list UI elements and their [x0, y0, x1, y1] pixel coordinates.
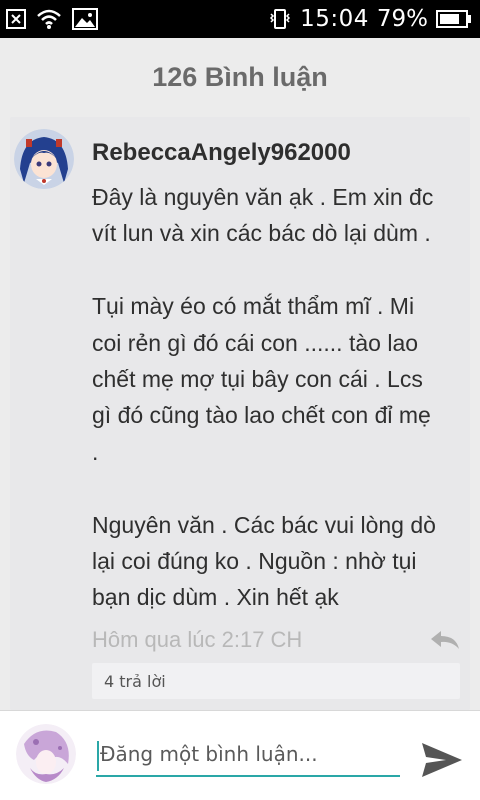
user-avatar-icon	[14, 129, 74, 189]
current-user-avatar-icon	[16, 724, 76, 784]
comment-line: coi rẻn gì đó cái con ...... tào lao	[92, 329, 419, 356]
comment-line	[92, 252, 462, 288]
comment-card: RebeccaAngely962000 Đây là nguyên văn ạk…	[10, 117, 470, 710]
comment-timestamp: Hôm qua lúc 2:17 CH	[92, 627, 303, 652]
send-button[interactable]	[418, 739, 464, 781]
comment-input[interactable]	[96, 733, 400, 777]
text-cursor	[97, 741, 99, 771]
send-icon	[422, 743, 462, 777]
notification-x-icon	[6, 9, 26, 29]
avatar[interactable]	[14, 129, 74, 189]
comment-line: bạn dịc dùm . Xin hết ạk	[92, 584, 339, 611]
status-bar-left	[6, 6, 98, 32]
reply-icon[interactable]	[428, 628, 462, 652]
header: 126 Bình luận	[0, 38, 480, 116]
comment-line: Nguyên văn . Các bác vui lòng dò	[92, 511, 436, 538]
battery-percent: 79%	[376, 6, 428, 32]
comment-line: Tụi mày éo có mắt thẩm mĩ . Mi	[92, 293, 415, 320]
comment-meta: Hôm qua lúc 2:17 CH	[92, 625, 462, 655]
comment-line: lại coi đúng ko . Nguồn : nhờ tụi	[92, 548, 417, 575]
image-icon	[72, 8, 98, 30]
comment-composer	[0, 710, 480, 800]
phone-vibrate-icon	[270, 9, 291, 29]
comment-username[interactable]: RebeccaAngely962000	[92, 139, 351, 167]
battery-icon	[436, 10, 471, 28]
wifi-icon	[37, 9, 61, 29]
page-title: 126 Bình luận	[152, 61, 328, 92]
status-bar: 15:04 79%	[0, 0, 480, 38]
view-replies-button[interactable]: 4 trả lời	[92, 663, 460, 699]
status-bar-right: 15:04 79%	[268, 4, 472, 34]
comment-text: Đây là nguyên văn ạk . Em xin đc vít lun …	[92, 179, 462, 616]
replies-count-label: 4 trả lời	[104, 671, 166, 691]
comment-line: gì đó cũng tào lao chết con đỉ mẹ	[92, 402, 431, 429]
comment-line: Đây là nguyên văn ạk . Em xin đc	[92, 184, 434, 210]
my-avatar	[16, 724, 76, 784]
comment-line: vít lun và xin các bác dò lại dùm .	[92, 220, 431, 247]
comment-line	[92, 470, 462, 506]
clock: 15:04	[300, 6, 369, 32]
comment-line: .	[92, 438, 99, 465]
comment-line: chết mẹ mợ tụi bây con cái . Lcs	[92, 366, 423, 393]
